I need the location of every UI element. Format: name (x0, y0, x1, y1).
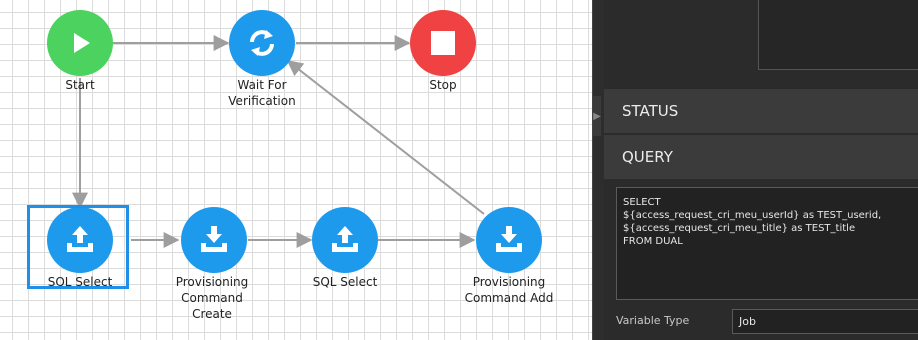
stop-icon (428, 28, 458, 58)
status-section-header[interactable]: STATUS (604, 89, 918, 133)
upload-icon (62, 222, 98, 258)
upload-icon (327, 222, 363, 258)
wait-node[interactable] (229, 10, 295, 76)
start-node-label: Start (65, 78, 95, 92)
sql-select-node-2[interactable] (312, 207, 378, 273)
sql-select-node-1[interactable] (47, 207, 113, 273)
sql-select-node-1-label: SQL Select (47, 275, 113, 289)
provisioning-add-node[interactable] (476, 207, 542, 273)
download-icon (196, 222, 232, 258)
provisioning-create-node[interactable] (181, 207, 247, 273)
sql-select-node-2-label: SQL Select (312, 275, 378, 289)
variable-type-select[interactable]: Job (732, 309, 918, 334)
download-icon (491, 222, 527, 258)
play-icon (65, 28, 95, 58)
workflow-canvas[interactable]: Start Wait For Verification Stop SQL Sel… (0, 0, 592, 340)
collapse-chevron-icon[interactable]: ▶ (593, 96, 601, 136)
provisioning-create-node-label: Provisioning Command Create (175, 275, 249, 321)
query-textarea[interactable]: SELECT ${access_request_cri_meu_userId} … (616, 187, 918, 300)
description-textarea[interactable] (758, 0, 918, 70)
wait-node-label: Wait For Verification (228, 78, 296, 108)
variable-type-label: Variable Type (616, 314, 690, 327)
stop-node[interactable] (410, 10, 476, 76)
start-node[interactable] (47, 10, 113, 76)
provisioning-add-node-label: Provisioning Command Add (464, 275, 554, 305)
stop-node-label: Stop (429, 78, 457, 92)
query-section-header[interactable]: QUERY (604, 135, 918, 179)
properties-panel: STATUS QUERY SELECT ${access_request_cri… (604, 0, 918, 340)
refresh-icon (244, 25, 280, 61)
